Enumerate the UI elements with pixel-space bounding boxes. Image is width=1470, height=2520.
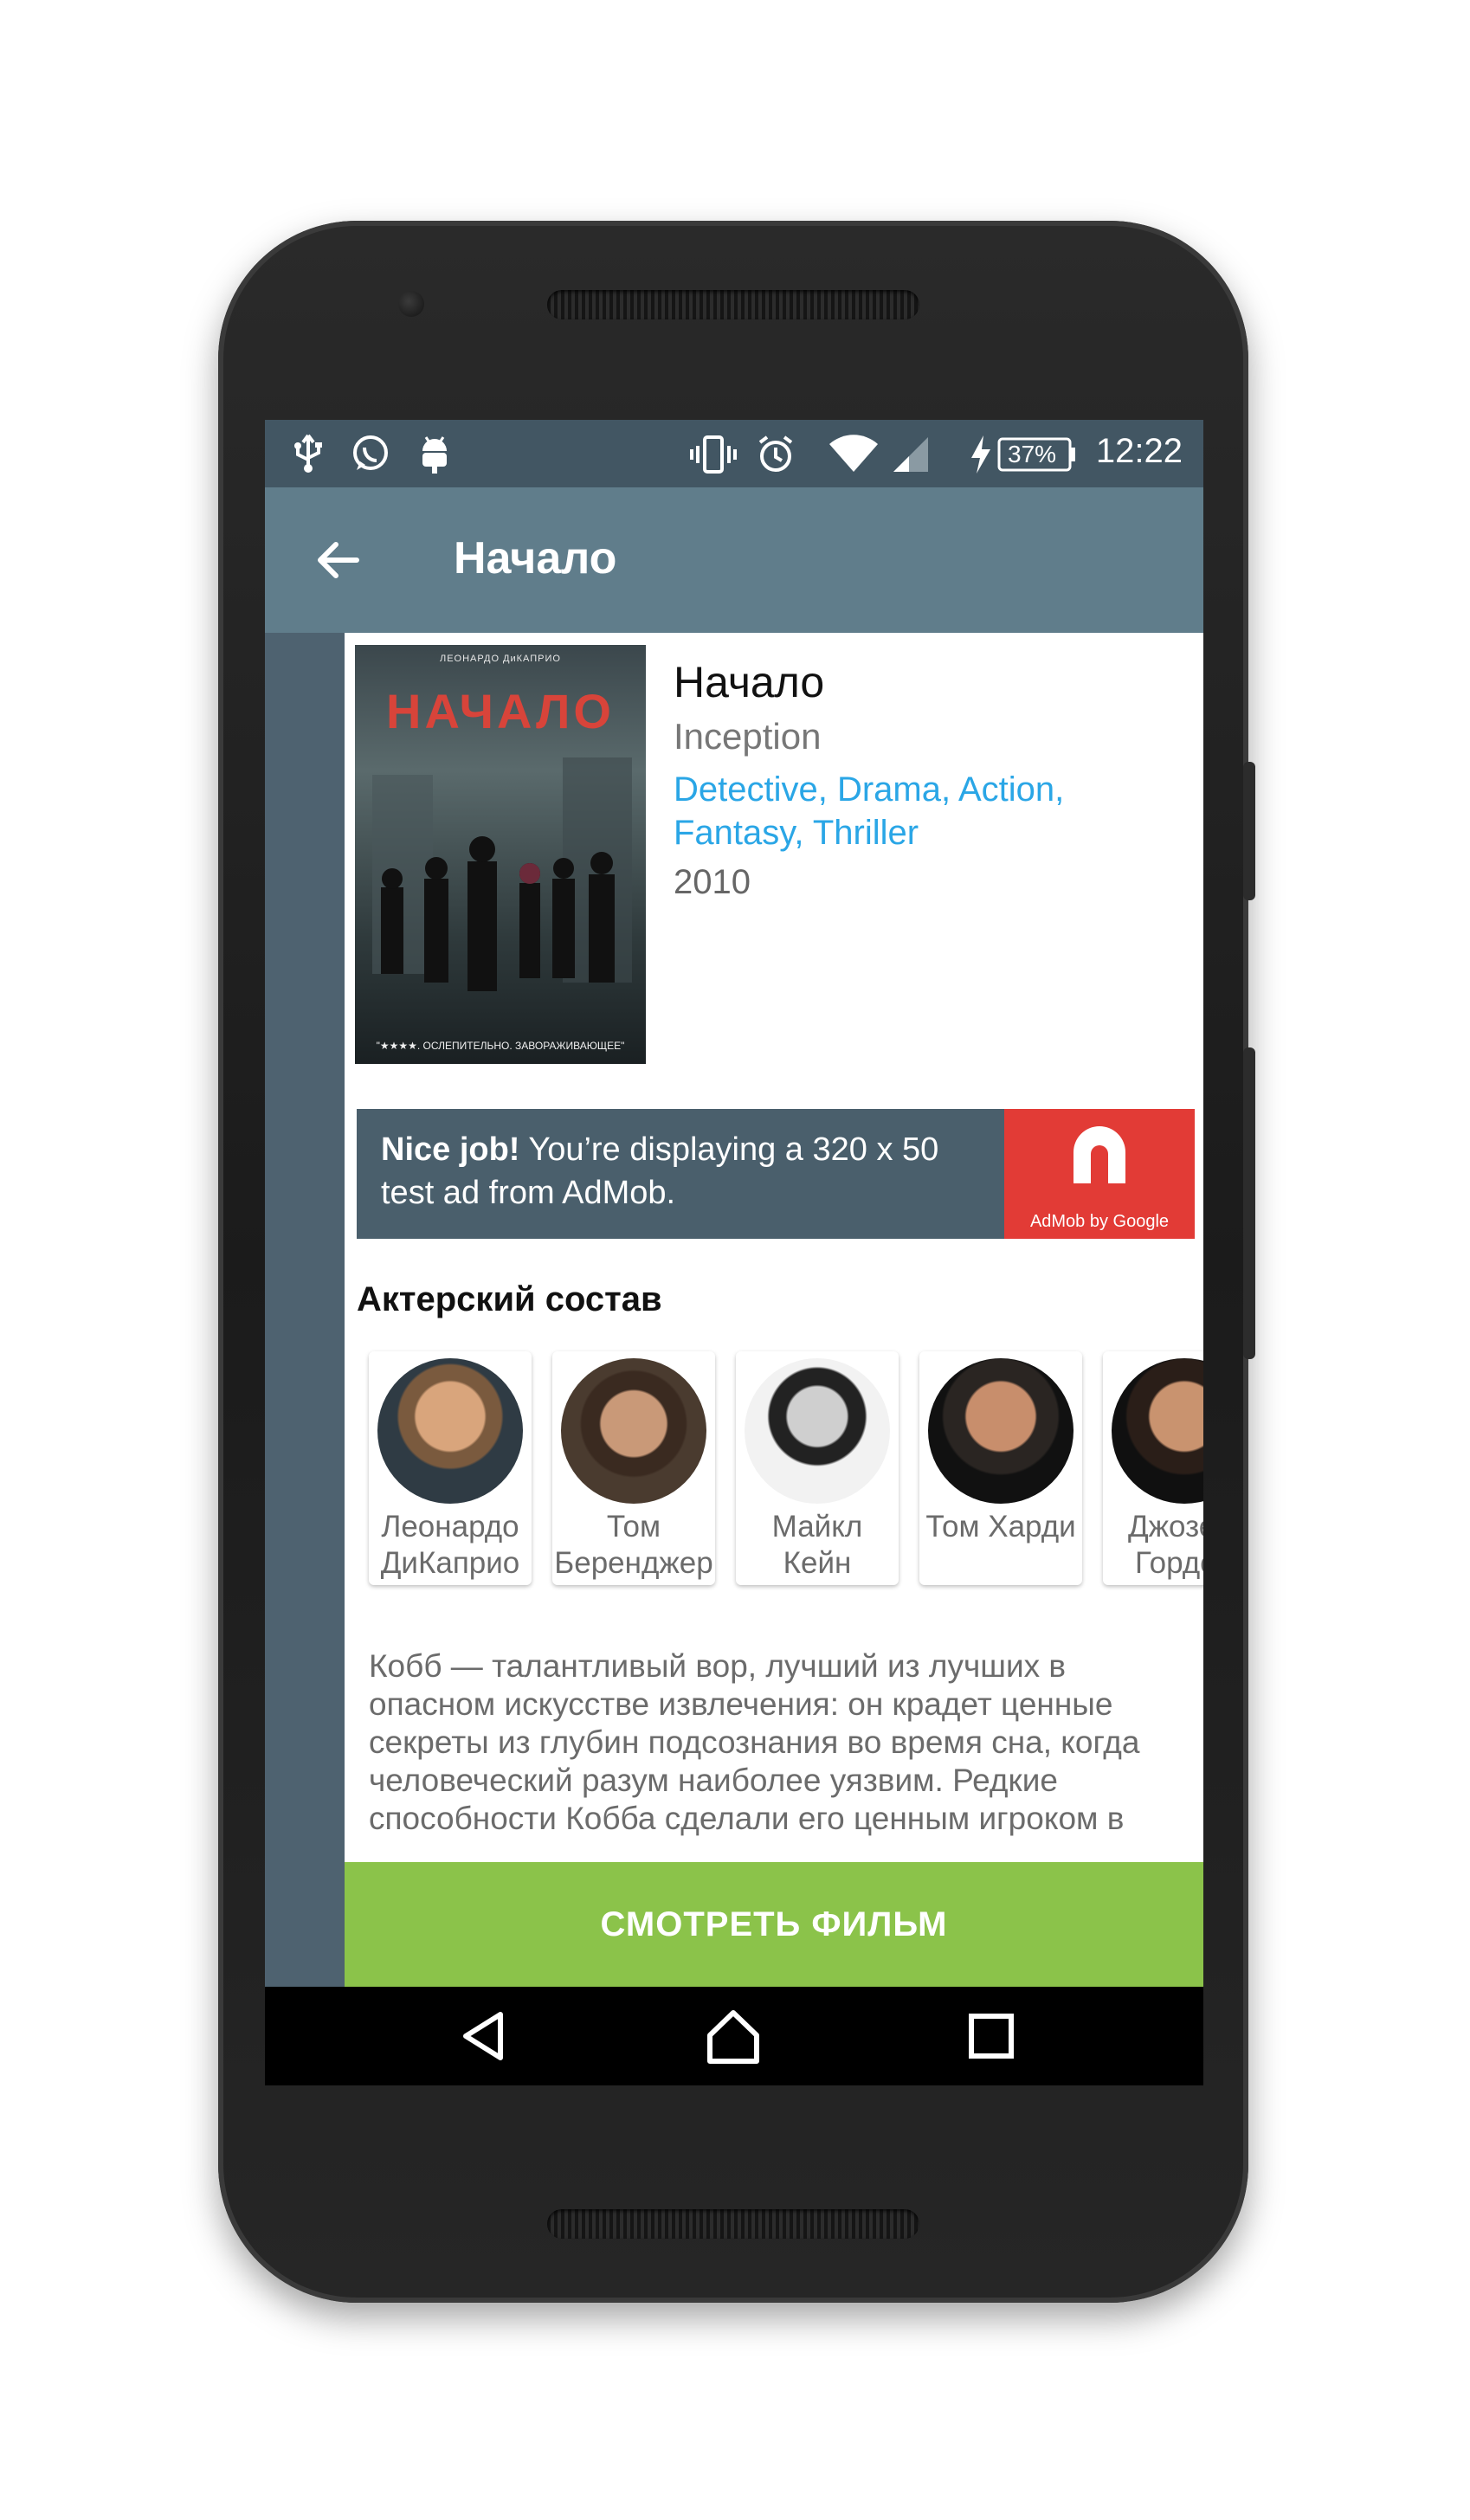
cast-card[interactable]: Леонардо ДиКаприо	[369, 1351, 532, 1585]
app-bar: Начало	[265, 487, 1203, 633]
cast-name: Майкл Кейн	[771, 1510, 863, 1580]
cast-name: Леонардо ДиКаприо	[380, 1510, 520, 1580]
whatsapp-icon	[350, 434, 391, 480]
recents-square-icon[interactable]	[961, 2006, 1022, 2066]
cast-card[interactable]: Джозеф Гордон	[1103, 1351, 1203, 1585]
cast-avatar	[377, 1358, 523, 1504]
battery-percent: 37%	[1008, 441, 1057, 467]
admob-logo: AdMob by Google	[1004, 1109, 1195, 1239]
poster-quote: "★★★★. ОСЛЕПИТЕЛЬНО. ЗАВОРАЖИВАЮЩЕЕ"	[376, 1040, 625, 1052]
admob-icon	[1073, 1126, 1125, 1183]
navigation-bar	[265, 1987, 1203, 2085]
android-debug-icon	[417, 434, 452, 480]
cast-card[interactable]: Майкл Кейн	[736, 1351, 899, 1585]
cast-name: Джозеф Гордон	[1127, 1510, 1203, 1580]
movie-year: 2010	[674, 863, 751, 901]
back-triangle-icon[interactable]	[454, 2006, 514, 2066]
vibrate-icon	[689, 434, 738, 480]
cast-avatar	[928, 1358, 1073, 1504]
alarm-icon	[755, 434, 796, 480]
ad-bold-text: Nice job!	[381, 1131, 520, 1168]
movie-title: Начало	[674, 658, 825, 706]
status-bar: 37% 12:22	[265, 420, 1203, 487]
movie-genres[interactable]: Detective, Drama, Action, Fantasy, Thril…	[674, 768, 1158, 854]
cast-name: Том Беренджер	[554, 1510, 713, 1580]
ad-banner[interactable]: Nice job! You’re displaying a 320 x 50 t…	[357, 1109, 1195, 1239]
app-bar-title: Начало	[454, 533, 617, 583]
arrow-back-icon[interactable]	[313, 536, 362, 584]
movie-detail-card: ЛЕОНАРДО ДиКАПРИО НАЧАЛО "★★★★. ОСЛЕПИТЕ…	[345, 633, 1203, 1862]
top-speaker	[547, 290, 919, 319]
cast-avatar	[1112, 1358, 1203, 1504]
home-icon[interactable]	[703, 2006, 764, 2066]
power-button	[1243, 762, 1255, 900]
watch-movie-button[interactable]: СМОТРЕТЬ ФИЛЬМ	[345, 1862, 1203, 1987]
usb-icon	[291, 434, 326, 478]
cast-card[interactable]: Том Беренджер	[552, 1351, 715, 1585]
movie-poster[interactable]: ЛЕОНАРДО ДиКАПРИО НАЧАЛО "★★★★. ОСЛЕПИТЕ…	[355, 645, 646, 1064]
movie-description: Кобб — талантливый вор, лучший из лучших…	[369, 1648, 1140, 1836]
front-camera	[398, 291, 424, 317]
cast-card[interactable]: Том Харди	[919, 1351, 1082, 1585]
bottom-speaker	[547, 2209, 919, 2239]
charging-icon	[968, 434, 994, 480]
cast-list[interactable]: Леонардо ДиКаприо Том Беренджер Майкл Ке…	[369, 1351, 1203, 1594]
poster-figures	[372, 757, 632, 991]
wifi-icon	[828, 434, 880, 480]
volume-button	[1243, 1047, 1255, 1359]
signal-icon	[890, 434, 932, 480]
cast-avatar	[745, 1358, 890, 1504]
cast-avatar	[561, 1358, 706, 1504]
cast-name: Том Харди	[925, 1510, 1076, 1544]
admob-caption: AdMob by Google	[1029, 1212, 1170, 1231]
screen: 37% 12:22 Начало ЛЕОНАРДО ДиКАПРИО НАЧАЛ…	[265, 420, 1203, 2085]
clock: 12:22	[1095, 432, 1183, 470]
movie-original-title: Inception	[674, 716, 822, 757]
cast-heading: Актерский состав	[357, 1280, 662, 1318]
ad-text: Nice job! You’re displaying a 320 x 50 t…	[381, 1128, 987, 1215]
